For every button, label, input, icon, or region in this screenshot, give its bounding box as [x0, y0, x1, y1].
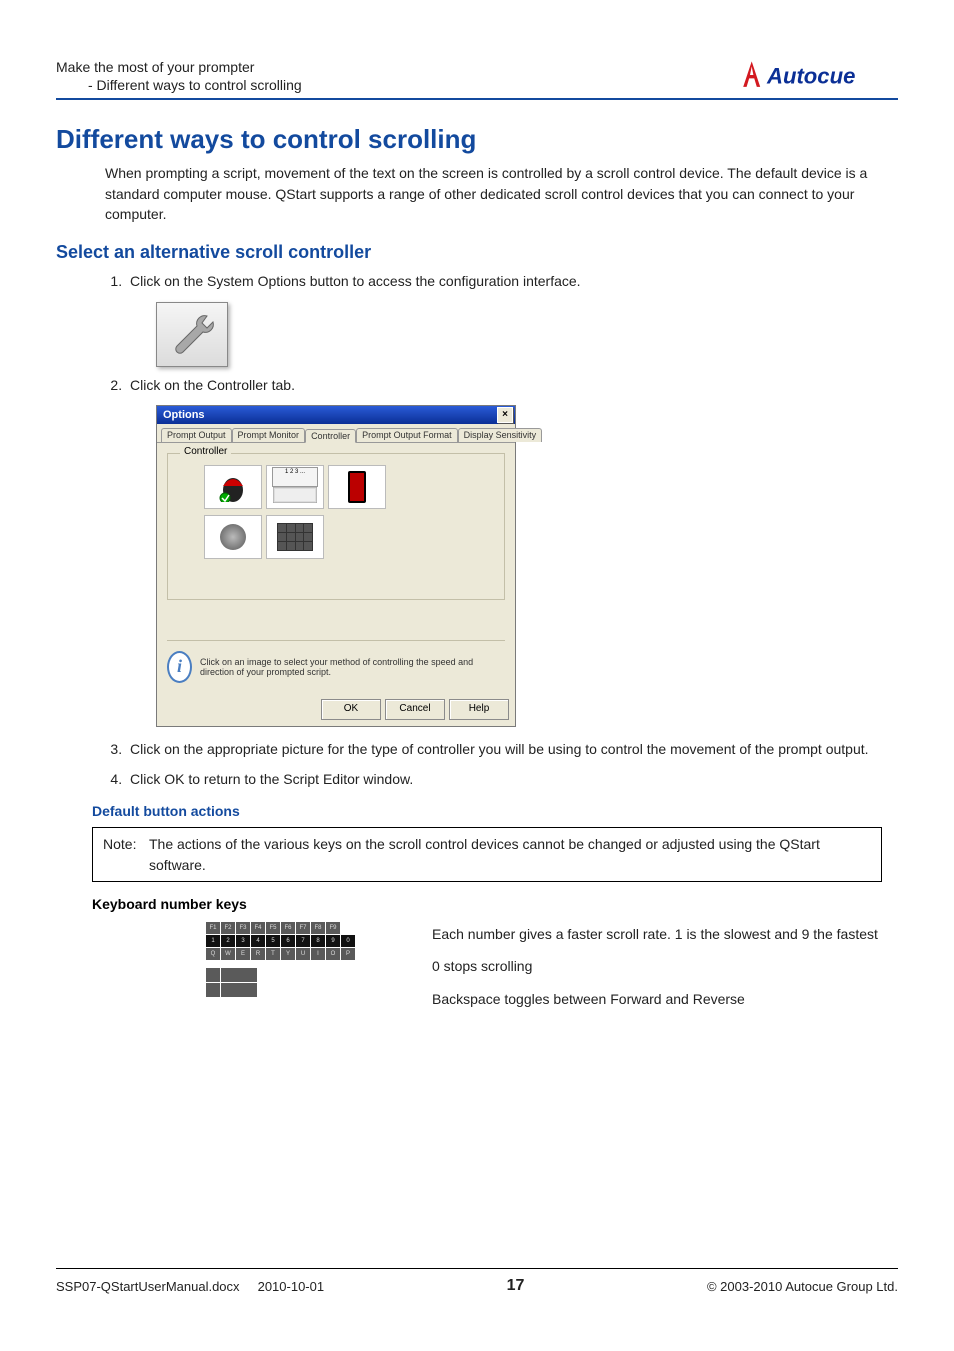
step-2: Click on the Controller tab.	[126, 375, 898, 395]
note-text: The actions of the various keys on the s…	[103, 834, 871, 875]
keyboard-strip-figure: F1F2F3F4F5F6F7F8F9 1234567890 QWERTYUIOP	[206, 922, 392, 960]
footer-copyright: © 2003-2010 Autocue Group Ltd.	[707, 1279, 898, 1294]
footer-doc: SSP07-QStartUserManual.docx	[56, 1279, 240, 1294]
ok-button[interactable]: OK	[321, 699, 381, 720]
keyboard-icon: 1 2 3 ...	[272, 467, 318, 506]
step-3: Click on the appropriate picture for the…	[126, 739, 898, 759]
logo-text: Autocue	[766, 64, 855, 89]
info-icon: i	[167, 651, 192, 683]
keyboard-keys-heading: Keyboard number keys	[92, 896, 898, 912]
footer-date: 2010-10-01	[258, 1279, 325, 1294]
section-select-controller: Select an alternative scroll controller	[56, 242, 898, 263]
step-1: Click on the System Options button to ac…	[126, 271, 898, 291]
steps-list-3: Click on the appropriate picture for the…	[126, 739, 898, 790]
note-box: Note: The actions of the various keys on…	[92, 827, 882, 882]
controller-fieldset: Controller 1 2 3 ...	[167, 453, 505, 600]
tab-prompt-monitor[interactable]: Prompt Monitor	[232, 428, 306, 442]
tab-display-sensitivity[interactable]: Display Sensitivity	[458, 428, 543, 442]
kbd-text-2: 0 stops scrolling	[432, 956, 898, 976]
page-header: Make the most of your prompter - Differe…	[56, 58, 898, 100]
backspace-figure	[206, 968, 264, 997]
autocue-logo: Autocue	[738, 58, 898, 92]
tab-controller[interactable]: Controller	[305, 429, 356, 443]
options-dialog: Options × Prompt Output Prompt Monitor C…	[156, 405, 516, 727]
controller-numpad[interactable]	[266, 515, 324, 559]
controller-grid: 1 2 3 ...	[204, 465, 496, 559]
page-footer: SSP07-QStartUserManual.docx 2010-10-01 1…	[56, 1268, 898, 1295]
shuttle-icon	[348, 471, 366, 503]
info-text: Click on an image to select your method …	[200, 657, 505, 677]
numpad-icon	[277, 523, 313, 551]
kbd-text-1: Each number gives a faster scroll rate. …	[432, 924, 898, 944]
dialog-titlebar: Options ×	[157, 406, 515, 424]
note-label: Note:	[103, 834, 136, 854]
mouse-icon	[219, 472, 247, 502]
header-breadcrumb: Make the most of your prompter - Differe…	[56, 58, 302, 94]
step-4: Click OK to return to the Script Editor …	[126, 769, 898, 789]
wrench-icon	[156, 302, 228, 367]
help-button[interactable]: Help	[449, 699, 509, 720]
header-line1: Make the most of your prompter	[56, 58, 302, 76]
controller-jog[interactable]	[204, 515, 262, 559]
system-options-button-figure	[156, 302, 898, 367]
controller-keyboard[interactable]: 1 2 3 ...	[266, 465, 324, 509]
keyboard-section: F1F2F3F4F5F6F7F8F9 1234567890 QWERTYUIOP…	[56, 918, 898, 1021]
footer-page: 17	[507, 1277, 525, 1295]
default-actions-heading: Default button actions	[92, 803, 898, 819]
cancel-button[interactable]: Cancel	[385, 699, 445, 720]
fieldset-legend: Controller	[180, 446, 231, 457]
kbd-text-3: Backspace toggles between Forward and Re…	[432, 989, 898, 1009]
controller-shuttle[interactable]	[328, 465, 386, 509]
dialog-tabs: Prompt Output Prompt Monitor Controller …	[157, 424, 515, 443]
page-title: Different ways to control scrolling	[56, 124, 898, 155]
header-line2: - Different ways to control scrolling	[56, 76, 302, 94]
close-icon[interactable]: ×	[497, 407, 513, 423]
dialog-body: Controller 1 2 3 ...	[157, 443, 515, 693]
jog-icon	[220, 524, 246, 550]
dialog-title: Options	[163, 409, 205, 421]
steps-list-2: Click on the Controller tab.	[126, 375, 898, 395]
tab-prompt-output[interactable]: Prompt Output	[161, 428, 232, 442]
steps-list: Click on the System Options button to ac…	[126, 271, 898, 291]
info-row: i Click on an image to select your metho…	[167, 640, 505, 683]
keyboard-label: 1 2 3 ...	[272, 467, 318, 487]
controller-mouse[interactable]	[204, 465, 262, 509]
tab-prompt-output-format[interactable]: Prompt Output Format	[356, 428, 458, 442]
dialog-buttons: OK Cancel Help	[157, 693, 515, 726]
intro-paragraph: When prompting a script, movement of the…	[105, 163, 898, 224]
